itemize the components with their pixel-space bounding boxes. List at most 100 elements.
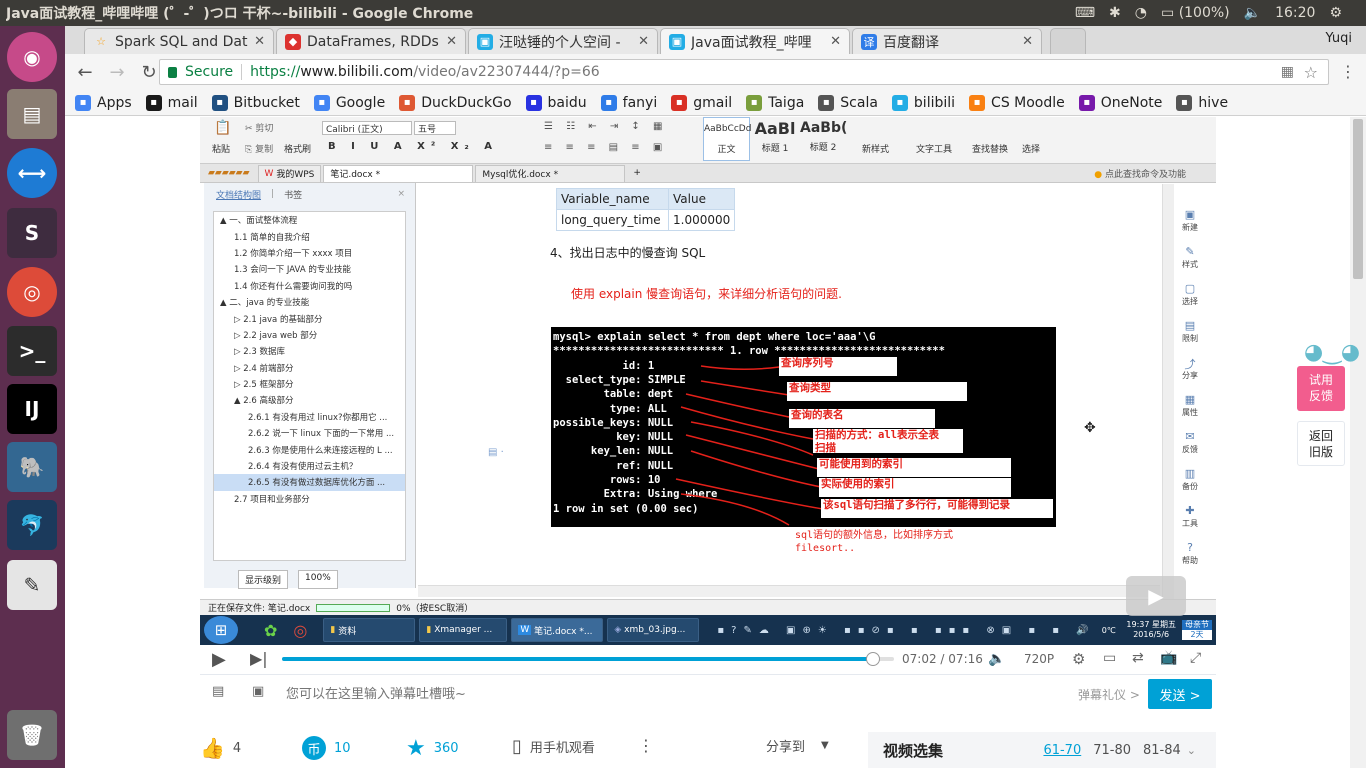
bookmark-baidu[interactable]: ▪ baidu <box>525 94 587 111</box>
tab-dataframes[interactable]: ◆ DataFrames, RDDs, ✕ <box>276 28 466 54</box>
keyboard-icon[interactable]: ⌨ <box>1075 5 1095 21</box>
tab-my-wps[interactable]: W 我的WPS <box>257 164 322 182</box>
task-image-viewer[interactable]: ◈ xmb_03.jpg... <box>607 618 700 642</box>
bookmark-onenote[interactable]: ▪ OneNote <box>1078 94 1162 111</box>
align-icons[interactable]: ≡ ≡ ≡ ▤ ≡ ▣ <box>544 142 667 153</box>
outline-item[interactable]: 1.4 你还有什么需要询问我的吗 <box>214 278 405 294</box>
tab-bookmarks[interactable]: 书签 <box>284 188 302 201</box>
bookmark-star-icon[interactable]: ☆ <box>1304 63 1318 82</box>
postgresql-icon[interactable]: 🐘 <box>7 442 57 492</box>
close-icon[interactable]: ✕ <box>254 34 265 49</box>
font-select[interactable]: Calibri (正文) <box>322 121 412 135</box>
back-to-old-button[interactable]: 返回 旧版 <box>1297 421 1345 466</box>
next-icon[interactable]: ▶| <box>250 649 268 668</box>
like-button[interactable]: 👍 4 <box>200 736 241 760</box>
danmaku-toggle-icon[interactable]: ▭ <box>1103 650 1116 666</box>
bookmark-hive[interactable]: ▪ hive <box>1176 94 1228 111</box>
page-scrollbar[interactable] <box>1350 117 1366 768</box>
intellij-icon[interactable]: IJ <box>7 384 57 434</box>
doc-vertical-scrollbar[interactable] <box>1162 184 1174 599</box>
quality-select[interactable]: 720P <box>1024 652 1054 666</box>
play-icon[interactable]: ▶ <box>212 649 226 670</box>
files-icon[interactable]: ▤ <box>7 89 57 139</box>
tool-7[interactable]: ▥ 备份 <box>1175 467 1205 504</box>
loop-icon[interactable]: ⇄ <box>1132 650 1144 666</box>
outline-item[interactable]: 1.3 会问一下 JAVA 的专业技能 <box>214 261 405 277</box>
tab-notes-docx[interactable]: 笔记.docx * <box>323 164 474 182</box>
tool-2[interactable]: ▢ 选择 <box>1175 282 1205 319</box>
close-icon[interactable]: ✕ <box>638 34 649 49</box>
tool-1[interactable]: ✎ 样式 <box>1175 245 1205 282</box>
new-tab-button[interactable] <box>1050 28 1086 54</box>
favorite-button[interactable]: ★ 360 <box>406 736 459 761</box>
command-search[interactable]: ● 点此查找命令及功能 <box>1094 167 1186 180</box>
style-heading2[interactable]: AaBb( 标题 2 <box>800 117 847 161</box>
terminal-icon[interactable]: >_ <box>7 326 57 376</box>
outline-item[interactable]: 2.7 项目和业务部分 <box>214 491 405 507</box>
mysql-workbench-icon[interactable]: 🐬 <box>7 500 57 550</box>
volume-icon[interactable]: 🔈 <box>988 651 1005 667</box>
outline-item[interactable]: 1.2 你简单介绍一下 xxxx 项目 <box>214 245 405 261</box>
close-icon[interactable]: ✕ <box>830 34 841 49</box>
outline-item[interactable]: ▲ 一、面试整体流程 <box>214 212 405 228</box>
bookmark-gmail[interactable]: ▪ gmail <box>671 94 732 111</box>
windows-start-icon[interactable]: ⊞ <box>204 616 238 644</box>
bookmark-taiga[interactable]: ▪ Taiga <box>746 94 804 111</box>
bookmark-cs-moodle[interactable]: ▪ CS Moodle <box>969 94 1065 111</box>
calendar-badge[interactable]: 母亲节 2天 <box>1182 620 1212 640</box>
coin-button[interactable]: 币 10 <box>302 736 351 760</box>
task-folder-docs[interactable]: ▮ 资料 <box>323 618 416 642</box>
outline-item[interactable]: ▷ 2.1 java 的基础部分 <box>214 310 405 326</box>
video-play-overlay-icon[interactable]: ▶ <box>1126 576 1186 616</box>
outline-item[interactable]: ▷ 2.2 java web 部分 <box>214 327 405 343</box>
more-icon[interactable]: ⋮ <box>638 736 654 755</box>
battery-indicator[interactable]: ▭ (100%) <box>1161 5 1230 21</box>
text-editor-icon[interactable]: ✎ <box>7 560 57 610</box>
task-xmanager[interactable]: ▮ Xmanager ... <box>419 618 508 642</box>
bookmark-fanyi[interactable]: ▪ fanyi <box>600 94 657 111</box>
tab-outline[interactable]: 文档结构图 <box>216 188 261 201</box>
danmaku-input[interactable] <box>286 681 1066 707</box>
tool-4[interactable]: ⤴ 分享 <box>1175 356 1205 393</box>
tool-9[interactable]: ? 帮助 <box>1175 541 1205 578</box>
tab-mysql-docx[interactable]: Mysql优化.docx * <box>475 164 626 182</box>
folder-icon[interactable]: ▰▰▰▰▰▰ <box>208 168 250 178</box>
bookmark-scala[interactable]: ▪ Scala <box>818 94 878 111</box>
add-tab-icon[interactable]: + <box>633 168 641 178</box>
video-player[interactable]: 📋 粘贴 ✂ 剪切 ⎘ 复制 格式刷 Calibri (正文) 五号 B I U… <box>200 117 1216 645</box>
tab-spark-sql[interactable]: ☆ Spark SQL and Data ✕ <box>84 28 274 54</box>
outline-item[interactable]: ▷ 2.5 框架部分 <box>214 376 405 392</box>
outline-item[interactable]: ▷ 2.4 前端部分 <box>214 360 405 376</box>
tv-icon[interactable]: 📺 <box>1160 650 1177 666</box>
tool-3[interactable]: ▤ 限制 <box>1175 319 1205 356</box>
outline-item[interactable]: 2.6.1 有没有用过 linux?你都用它 ... <box>214 409 405 425</box>
new-style-button[interactable]: 新样式 <box>862 142 889 155</box>
feedback-button[interactable]: 试用 反馈 <box>1297 366 1345 411</box>
volume-icon[interactable]: 🔈 <box>1244 5 1261 21</box>
scrollbar-thumb[interactable] <box>1353 119 1363 279</box>
find-replace-button[interactable]: 查找替换 <box>972 142 1008 155</box>
close-icon[interactable]: ✕ <box>1022 34 1033 49</box>
cut-button[interactable]: ✂ 剪切 <box>245 121 273 134</box>
progress-bar[interactable] <box>282 652 894 666</box>
outline-item[interactable]: 1.1 简单的自我介绍 <box>214 228 405 244</box>
copy-button[interactable]: ⎘ 复制 <box>245 142 273 155</box>
outline-item[interactable]: 2.6.5 有没有做过数据库优化方面 ... <box>214 474 405 491</box>
outline-item[interactable]: ▷ 2.3 数据库 <box>214 343 405 359</box>
range-71-80[interactable]: 71-80 <box>1093 743 1131 758</box>
text-format-icons[interactable]: B I U A X² X₂ A <box>328 141 498 152</box>
style-heading1[interactable]: AaBl 标题 1 <box>752 117 798 161</box>
share-button[interactable]: 分享到 ▼ <box>766 736 829 755</box>
bookmark-apps[interactable]: ▪ Apps <box>75 94 132 111</box>
settings-icon[interactable]: ⚙ <box>1072 650 1085 668</box>
secure-badge[interactable]: Secure <box>168 64 233 80</box>
zoom-select[interactable]: 100% <box>298 570 338 589</box>
tab-personal-space[interactable]: ▣ 汪哒锤的个人空间 - ✕ <box>468 28 658 54</box>
outline-item[interactable]: ▲ 2.6 高级部分 <box>214 392 405 408</box>
danmaku-style-icon[interactable]: ▣ <box>252 684 264 699</box>
mobile-watch-button[interactable]: ▯ 用手机观看 <box>512 736 595 757</box>
style-normal[interactable]: AaBbCcDd 正文 <box>703 117 751 161</box>
tool-6[interactable]: ✉ 反馈 <box>1175 430 1205 467</box>
format-painter-button[interactable]: 格式刷 <box>284 142 311 155</box>
tab-java-interview[interactable]: ▣ Java面试教程_哔哩 ✕ <box>660 28 850 54</box>
